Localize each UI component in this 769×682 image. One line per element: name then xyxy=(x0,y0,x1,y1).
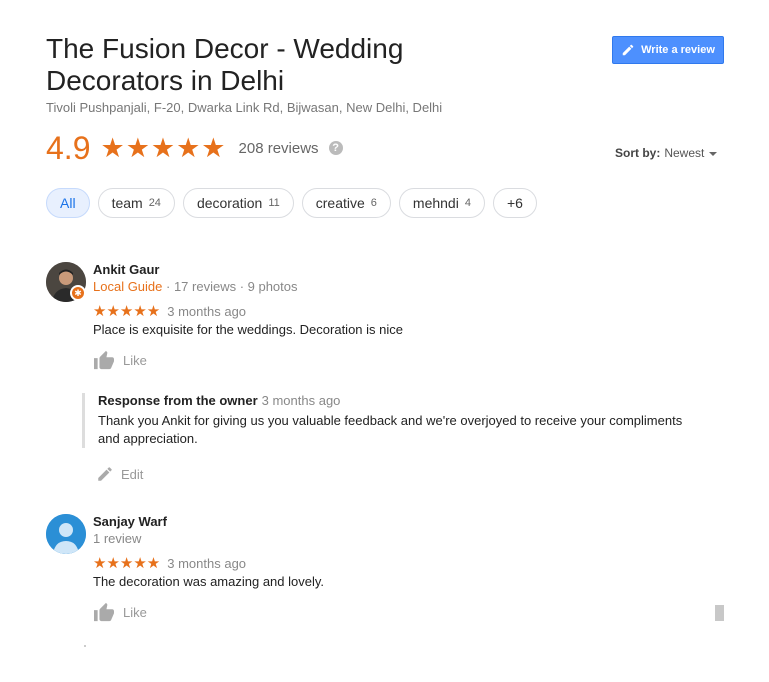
divider-dot xyxy=(84,645,86,647)
review-date: 3 months ago xyxy=(167,555,247,571)
review-count[interactable]: 208 reviews xyxy=(239,140,319,157)
owner-response-text: Thank you Ankit for giving us you valuab… xyxy=(98,413,683,446)
default-user-icon xyxy=(46,514,86,554)
local-guide-label: Local Guide xyxy=(93,279,163,294)
rating-stars: ★★★★★ xyxy=(100,132,227,163)
review-stars: ★★★★★ xyxy=(93,303,161,320)
like-button[interactable]: Like xyxy=(93,350,147,370)
review-stars: ★★★★★ xyxy=(93,555,161,572)
write-review-label: Write a review xyxy=(641,44,715,56)
owner-response-heading: Response from the owner xyxy=(98,393,258,408)
owner-response-date: 3 months ago xyxy=(261,393,341,408)
pencil-icon xyxy=(622,44,634,56)
chip-creative[interactable]: creative 6 xyxy=(301,188,391,218)
owner-response: Response from the owner 3 months ago Than… xyxy=(82,393,698,448)
chip-label: mehndi xyxy=(412,195,459,211)
rating-value: 4.9 xyxy=(46,129,91,166)
scrollbar-thumb[interactable] xyxy=(715,605,724,621)
edit-response-button[interactable]: Edit xyxy=(96,465,143,483)
reviewer-stats: · 17 reviews · 9 photos xyxy=(162,279,298,294)
local-guide-badge-icon: ✱ xyxy=(70,285,86,301)
chip-count: 11 xyxy=(268,197,280,209)
chevron-down-icon xyxy=(709,152,718,156)
sort-label: Sort by: xyxy=(615,146,661,160)
like-label: Like xyxy=(123,352,147,368)
sort-value: Newest xyxy=(664,146,705,160)
reviewer-name[interactable]: Ankit Gaur xyxy=(93,262,159,277)
chip-label: +6 xyxy=(506,195,523,211)
reviewer-meta: Local Guide · 17 reviews · 9 photos xyxy=(93,279,298,294)
help-icon[interactable]: ? xyxy=(328,141,343,155)
like-button[interactable]: Like xyxy=(93,602,147,622)
chip-more[interactable]: +6 xyxy=(492,188,537,218)
pencil-icon xyxy=(98,467,112,481)
thumbs-up-icon xyxy=(94,602,114,622)
chip-label: decoration xyxy=(196,195,263,211)
edit-label: Edit xyxy=(121,466,144,482)
sort-dropdown[interactable]: Sort by: Newest xyxy=(615,146,718,160)
review-date: 3 months ago xyxy=(167,303,247,319)
place-address: Tivoli Pushpanjali, F-20, Dwarka Link Rd… xyxy=(46,100,443,115)
chip-team[interactable]: team 24 xyxy=(97,188,175,218)
chip-mehndi[interactable]: mehndi 4 xyxy=(398,188,485,218)
chip-label: All xyxy=(60,195,76,211)
reviewer-meta: 1 review xyxy=(93,531,142,546)
chip-count: 24 xyxy=(148,197,161,209)
rating-summary: 4.9 ★★★★★ 208 reviews ? xyxy=(46,128,343,168)
write-review-button[interactable]: Write a review xyxy=(612,36,724,64)
reviewer-name[interactable]: Sanjay Warf xyxy=(93,514,167,529)
review-rating: ★★★★★ 3 months ago xyxy=(93,554,246,572)
like-label: Like xyxy=(123,604,147,620)
avatar[interactable] xyxy=(46,514,86,554)
place-title: The Fusion Decor - Wedding Decorators in… xyxy=(46,33,404,96)
thumbs-up-icon xyxy=(94,350,114,370)
chip-label: creative xyxy=(315,195,365,211)
chip-count: 4 xyxy=(464,197,471,209)
review-rating: ★★★★★ 3 months ago xyxy=(93,302,246,320)
topic-chips: All team 24 decoration 11 creative 6 mehndi… xyxy=(46,188,537,218)
chip-count: 6 xyxy=(370,197,377,209)
chip-all[interactable]: All xyxy=(46,188,90,218)
chip-label: team xyxy=(111,195,143,211)
chip-decoration[interactable]: decoration 11 xyxy=(182,188,294,218)
review-text: The decoration was amazing and lovely. xyxy=(93,574,324,589)
review-text: Place is exquisite for the weddings. Dec… xyxy=(93,322,403,337)
